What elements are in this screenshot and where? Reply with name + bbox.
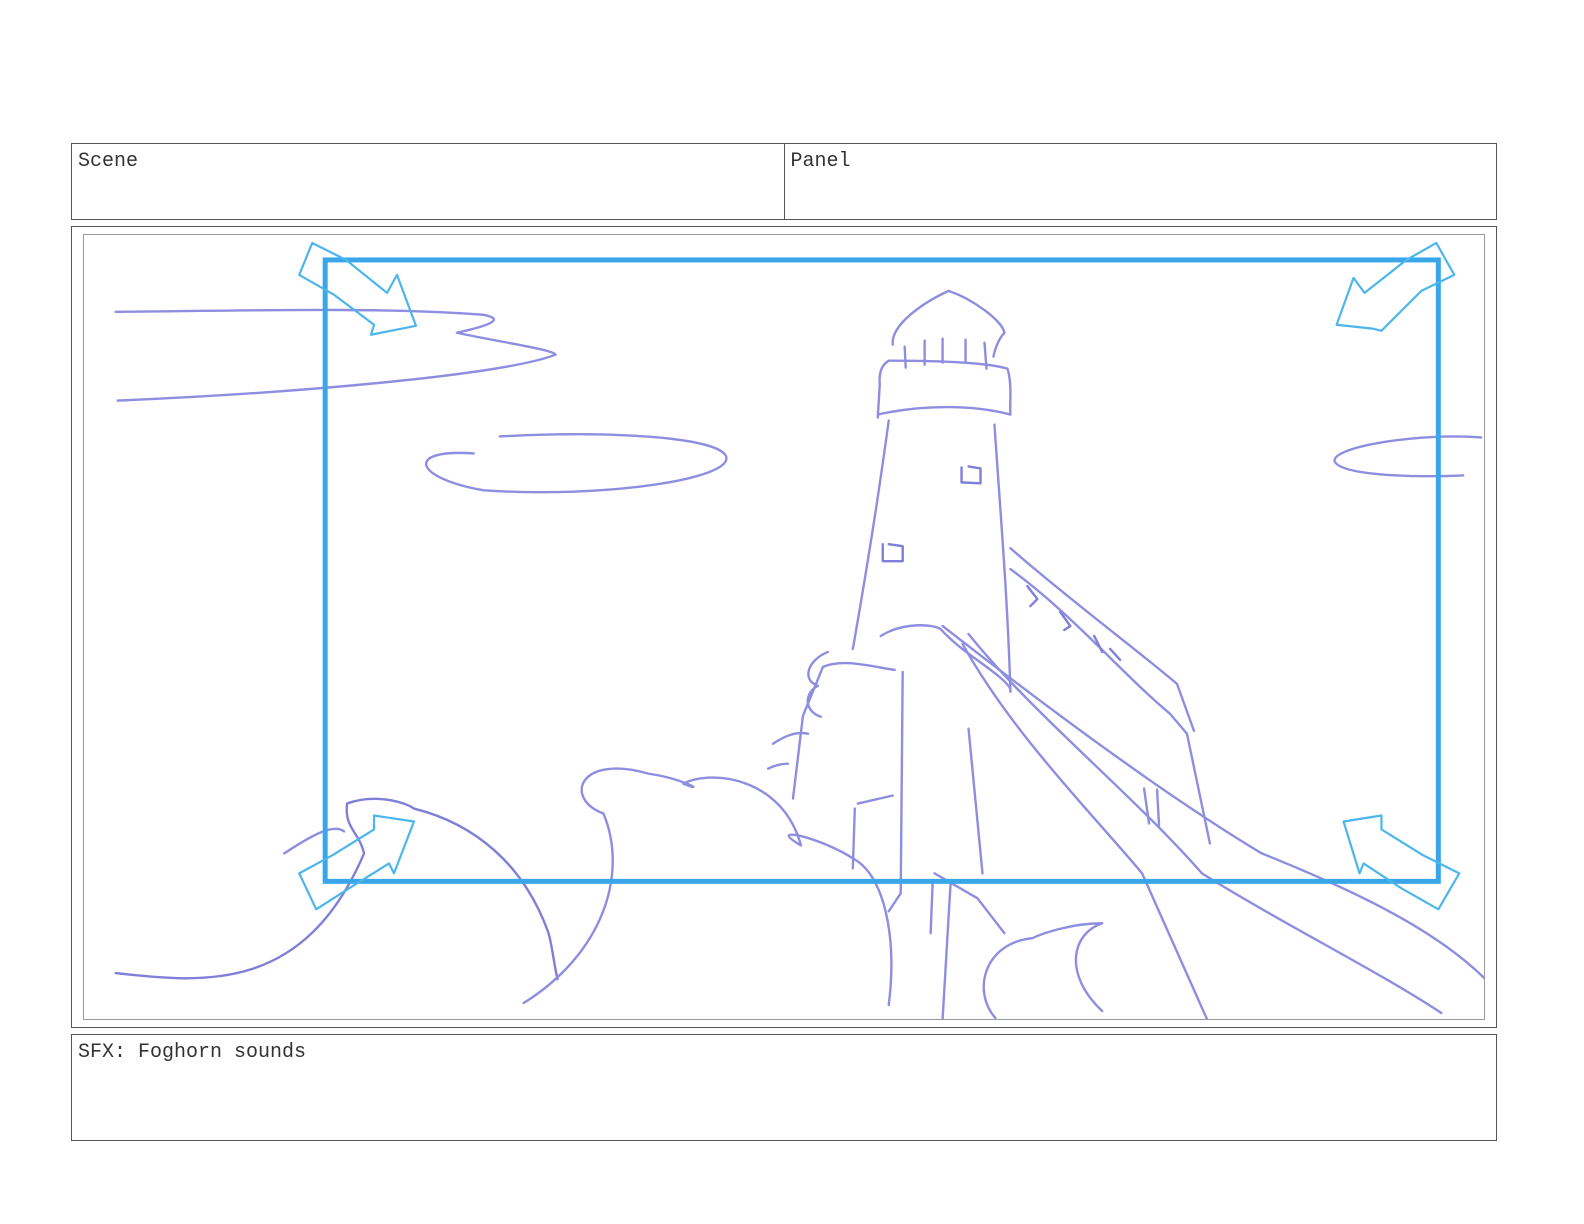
tower-right [993,423,1012,694]
scene-field[interactable]: Scene [72,144,784,219]
building-right [1009,547,1212,845]
lighthouse-sketch [114,241,1484,1019]
zoom-in-arrow-icon [298,814,416,911]
wave-lower-left [283,827,346,855]
roof-peak [879,624,1012,691]
window-1 [960,465,982,485]
panel-field[interactable]: Panel [783,144,1497,219]
zoom-in-arrow-icon [1342,814,1461,911]
camera-frame [322,257,1441,884]
zoom-in-arrow-icon [298,241,418,336]
building-left [791,661,904,913]
road-edge [941,624,1484,980]
cloud-middle [425,433,728,494]
drawing-area[interactable] [83,234,1485,1020]
sketch-strokes [114,289,1484,1019]
wave-middle [522,767,893,1007]
header-row: Scene Panel [71,143,1497,220]
wave-left [114,797,559,981]
notes-field[interactable]: SFX: Foghorn sounds [71,1034,1497,1141]
window-2 [881,543,904,563]
small-pillar [851,794,1006,1019]
road-right [961,642,1209,1019]
cloud-top-left [114,308,557,402]
wave-right [982,922,1104,1019]
tower-left [851,419,890,651]
lighthouse-cap [891,289,1006,358]
cloud-right [1333,435,1483,478]
pillar [967,727,1161,875]
storyboard-panel [71,226,1497,1028]
gallery-ring [876,359,1012,419]
